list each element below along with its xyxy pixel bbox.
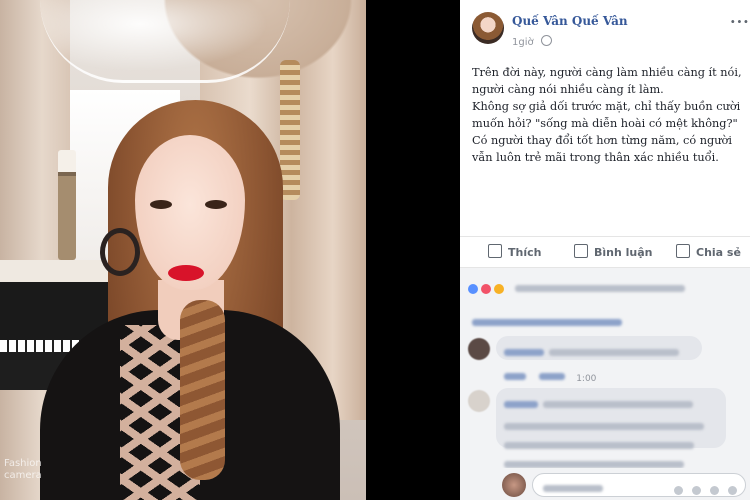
post-meta: 1giờ: [512, 35, 552, 48]
reactions-summary[interactable]: [468, 278, 738, 294]
share-button[interactable]: Chia sẻ: [676, 244, 741, 259]
comment-text-blurred: [543, 401, 694, 408]
comment-like-link[interactable]: [504, 373, 526, 380]
braid: [180, 300, 225, 480]
comment-button[interactable]: Bình luận: [574, 244, 653, 259]
comment-input[interactable]: [532, 473, 746, 497]
comment-links: 1:00: [504, 366, 596, 385]
comment: 1:00: [468, 336, 740, 384]
gif-icon[interactable]: [709, 486, 719, 495]
facebook-post: Quế Vân Quế Vân 1giờ ··· Trên đời này, n…: [460, 0, 750, 500]
post-content: Trên đời này, người càng làm nhiều càng …: [472, 64, 744, 166]
comment-text-blurred: [504, 442, 694, 449]
post-actions-bar: Thích Bình luận Chia sẻ: [460, 236, 750, 268]
left-eye: [150, 200, 172, 209]
blurred-link-text: [472, 319, 622, 326]
like-reaction-icon: [468, 283, 478, 294]
comment-bubble: [496, 388, 726, 468]
reactions-text-blurred: [515, 285, 686, 292]
red-lips: [168, 265, 204, 281]
photo-watermark: Fashion camera: [4, 458, 42, 482]
commenter-avatar[interactable]: [468, 338, 490, 360]
comment-text-blurred: [504, 423, 704, 430]
hoop-earring: [100, 228, 140, 276]
thumbs-up-icon: [488, 244, 502, 258]
haha-reaction-icon: [494, 283, 505, 294]
comment-placeholder-blurred: [543, 484, 603, 492]
watermark-line-1: Fashion: [4, 458, 42, 469]
watermark-line-2: camera: [4, 470, 42, 481]
post-paragraph: Trên đời này, người càng làm nhiều càng …: [472, 66, 742, 96]
post-paragraph: Có người thay đổi tốt hơn từng năm, có n…: [472, 134, 732, 164]
comment-label: Bình luận: [594, 246, 653, 259]
commenter-name-blurred: [504, 349, 544, 356]
emoji-icon[interactable]: [673, 486, 683, 495]
comment-input-row: [460, 468, 750, 500]
comment-bubble: [496, 336, 702, 360]
post-timestamp[interactable]: 1giờ: [512, 37, 534, 48]
input-icons: [670, 480, 737, 499]
comment-text-blurred: [504, 461, 684, 468]
author-avatar[interactable]: [472, 12, 504, 44]
post-photo[interactable]: Fashion camera: [0, 0, 366, 500]
commenter-name-blurred: [504, 401, 538, 408]
curtain-tassels: [280, 60, 300, 200]
love-reaction-icon: [481, 283, 492, 294]
view-more-comments-link[interactable]: [472, 312, 622, 326]
right-eye: [205, 200, 227, 209]
post-paragraph: Không sợ giả dối trước mặt, chỉ thấy buồ…: [472, 100, 741, 130]
comment-icon: [574, 244, 588, 258]
candlestick: [58, 150, 76, 260]
more-options-icon[interactable]: ···: [730, 12, 750, 31]
comment-text-blurred: [549, 349, 680, 356]
share-label: Chia sẻ: [696, 246, 741, 259]
commenter-avatar[interactable]: [468, 390, 490, 412]
like-label: Thích: [508, 246, 542, 259]
comment-reply-link[interactable]: [539, 373, 566, 380]
like-button[interactable]: Thích: [488, 244, 541, 259]
comment-time: 1:00: [576, 374, 597, 384]
comment: [468, 388, 740, 468]
sticker-icon[interactable]: [728, 486, 737, 495]
viewer-avatar: [502, 473, 526, 497]
comments-section: 1:00: [460, 268, 750, 500]
share-icon: [676, 244, 690, 258]
author-name[interactable]: Quế Vân Quế Vân: [512, 14, 628, 28]
camera-icon[interactable]: [691, 486, 701, 495]
globe-icon: [540, 35, 552, 46]
